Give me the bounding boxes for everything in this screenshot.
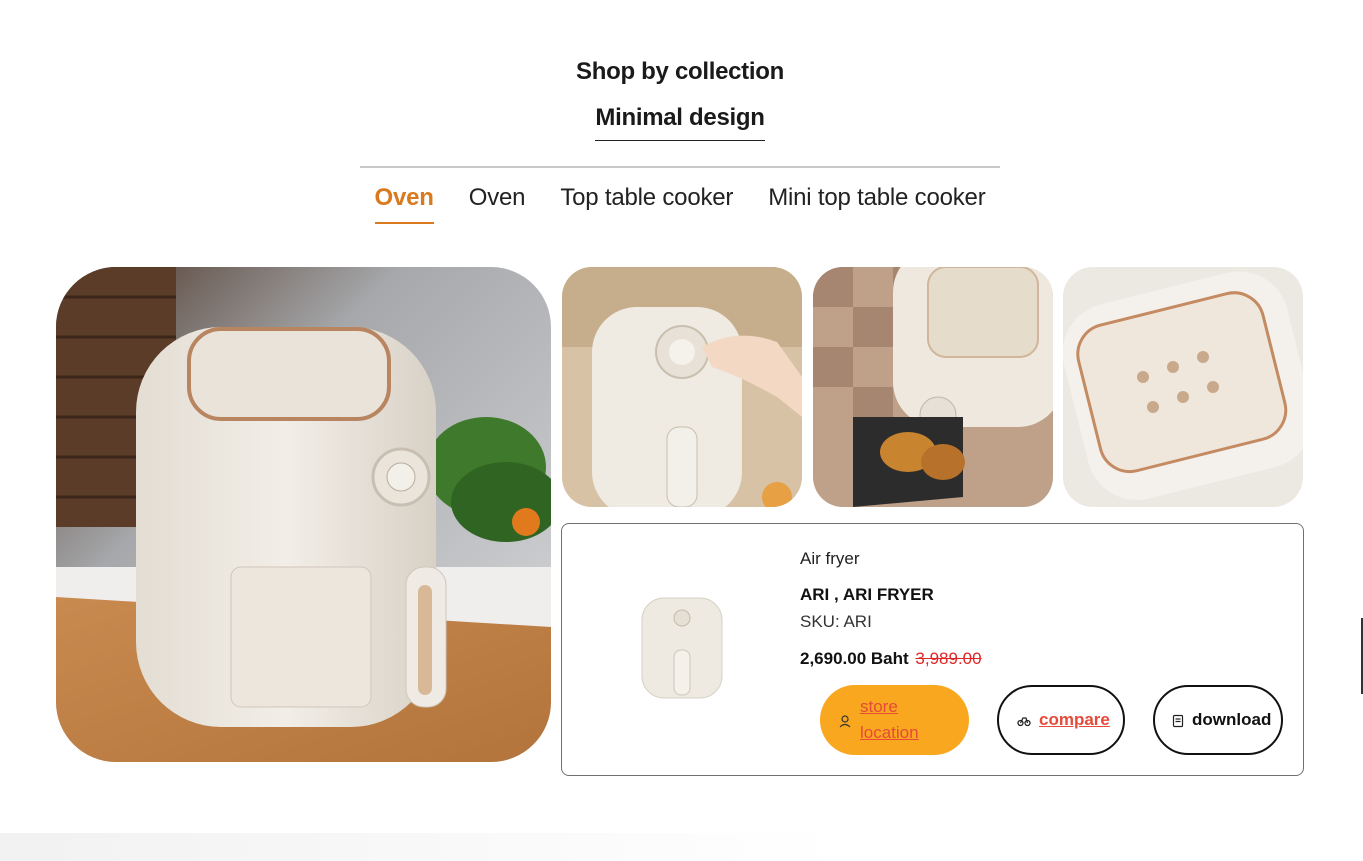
product-price: 2,690.00 Baht 3,989.00 bbox=[800, 649, 982, 669]
compare-label[interactable]: compare bbox=[1039, 710, 1110, 730]
section-title: Shop by collection bbox=[576, 58, 784, 85]
download-label[interactable]: download bbox=[1192, 710, 1271, 730]
product-name[interactable]: ARI , ARI FRYER bbox=[800, 585, 934, 605]
product-sku: SKU: ARI bbox=[800, 612, 872, 631]
product-category: Air fryer bbox=[800, 549, 860, 568]
tab-mini-top-table-cooker[interactable]: Mini top table cooker bbox=[768, 184, 985, 224]
compare-button[interactable]: compare bbox=[997, 685, 1125, 755]
compare-icon bbox=[1017, 713, 1031, 727]
divider bbox=[360, 166, 1000, 168]
thumbnail-image-3[interactable] bbox=[1063, 267, 1303, 507]
document-icon bbox=[1171, 713, 1185, 728]
tab-oven-1[interactable]: Oven bbox=[374, 184, 434, 224]
tab-oven-2[interactable]: Oven bbox=[469, 184, 526, 224]
current-price: 2,690.00 Baht bbox=[800, 649, 909, 668]
store-location-label[interactable]: store location bbox=[860, 694, 940, 746]
thumbnail-image-2[interactable] bbox=[813, 267, 1053, 507]
old-price: 3,989.00 bbox=[915, 649, 982, 668]
thumbnail-image-1[interactable] bbox=[562, 267, 802, 507]
product-card: Air fryer ARI , ARI FRYER SKU: ARI 2,690… bbox=[561, 523, 1304, 776]
store-location-button[interactable]: store location bbox=[820, 685, 969, 755]
hero-product-image bbox=[56, 267, 551, 762]
download-button[interactable]: download bbox=[1153, 685, 1283, 755]
bottom-shadow bbox=[0, 833, 840, 861]
category-tabs: Oven Oven Top table cooker Mini top tabl… bbox=[0, 184, 1360, 224]
product-thumbnail[interactable] bbox=[632, 590, 732, 710]
tab-top-table-cooker[interactable]: Top table cooker bbox=[560, 184, 733, 224]
location-icon bbox=[838, 713, 852, 728]
collection-title[interactable]: Minimal design bbox=[595, 104, 765, 141]
